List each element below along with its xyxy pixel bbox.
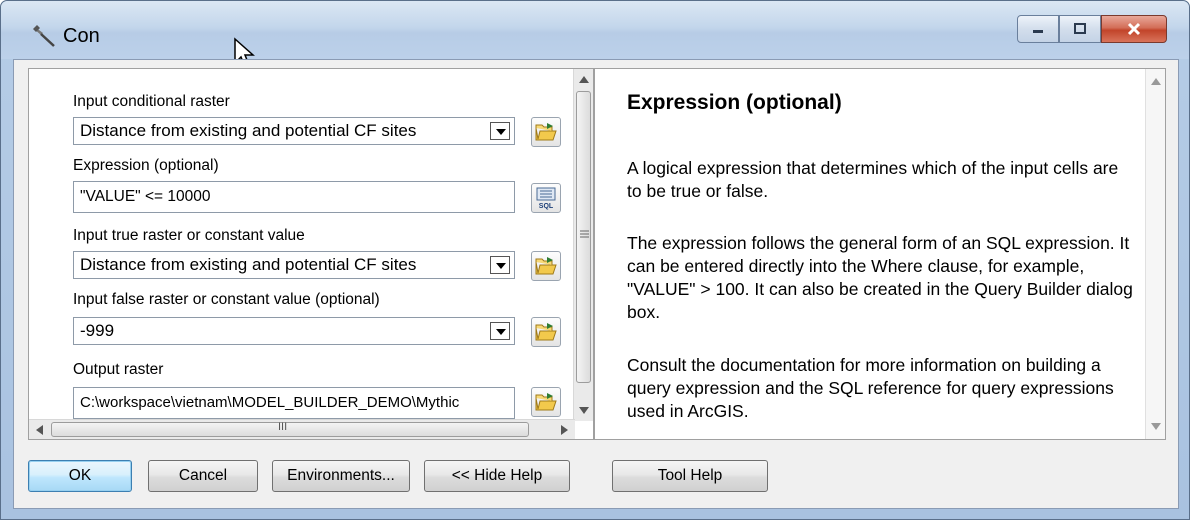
open-folder-icon xyxy=(535,393,557,411)
input-conditional-raster-value: Distance from existing and potential CF … xyxy=(80,121,417,140)
sql-icon-text: SQL xyxy=(539,203,554,210)
browse-output-raster-button[interactable] xyxy=(531,387,561,417)
input-false-raster-value: -999 xyxy=(80,321,115,340)
expression-input[interactable]: "VALUE" <= 10000 xyxy=(73,181,515,213)
grip-icon: III xyxy=(278,421,288,433)
help-paragraph: The expression follows the general form … xyxy=(627,233,1133,322)
minimize-button[interactable] xyxy=(1017,15,1059,43)
help-panel: Expression (optional) A logical expressi… xyxy=(594,68,1166,440)
input-conditional-raster-combo[interactable]: Distance from existing and potential CF … xyxy=(73,117,515,145)
close-icon xyxy=(1127,22,1141,36)
close-button[interactable] xyxy=(1101,15,1167,43)
sql-icon: SQL xyxy=(536,187,556,210)
con-tool-dialog: Con Input conditional raster Distance fr… xyxy=(0,0,1190,520)
scroll-down-arrow-icon[interactable] xyxy=(579,407,589,415)
hammer-icon xyxy=(33,25,55,47)
browse-true-raster-button[interactable] xyxy=(531,251,561,281)
minimize-icon xyxy=(1033,30,1043,33)
maximize-button[interactable] xyxy=(1059,15,1101,43)
expression-label: Expression (optional) xyxy=(73,157,219,174)
parameters-panel: Input conditional raster Distance from e… xyxy=(28,68,594,440)
input-true-raster-combo[interactable]: Distance from existing and potential CF … xyxy=(73,251,515,279)
sql-query-builder-button[interactable]: SQL xyxy=(531,183,561,213)
window-title: Con xyxy=(63,25,100,47)
help-title: Expression (optional) xyxy=(627,91,842,114)
scroll-right-arrow-icon[interactable] xyxy=(561,425,569,435)
scroll-down-arrow-icon[interactable] xyxy=(1151,423,1161,431)
chevron-down-icon[interactable] xyxy=(490,322,510,340)
parameters-horizontal-scrollbar[interactable]: III xyxy=(29,419,575,439)
browse-conditional-raster-button[interactable] xyxy=(531,117,561,147)
input-true-raster-label: Input true raster or constant value xyxy=(73,227,305,244)
input-true-raster-value: Distance from existing and potential CF … xyxy=(80,255,417,274)
cancel-button[interactable]: Cancel xyxy=(148,460,258,492)
output-raster-label: Output raster xyxy=(73,361,164,378)
vertical-scroll-thumb[interactable] xyxy=(576,91,591,383)
input-false-raster-combo[interactable]: -999 xyxy=(73,317,515,345)
open-folder-icon xyxy=(535,323,557,341)
help-paragraph: A logical expression that determines whi… xyxy=(627,158,1119,201)
open-folder-icon xyxy=(535,123,557,141)
caption-buttons xyxy=(1017,15,1167,43)
grip-icon xyxy=(580,230,589,238)
dialog-client-area: Input conditional raster Distance from e… xyxy=(13,59,1179,509)
open-folder-icon xyxy=(535,257,557,275)
ok-button[interactable]: OK xyxy=(28,460,132,492)
environments-button[interactable]: Environments... xyxy=(272,460,410,492)
help-vertical-scrollbar[interactable] xyxy=(1145,69,1165,439)
horizontal-scroll-thumb[interactable]: III xyxy=(51,421,529,437)
browse-false-raster-button[interactable] xyxy=(531,317,561,347)
input-false-raster-label: Input false raster or constant value (op… xyxy=(73,291,380,308)
input-conditional-raster-label: Input conditional raster xyxy=(73,93,230,110)
scroll-up-arrow-icon[interactable] xyxy=(1151,77,1161,85)
title-bar[interactable]: Con xyxy=(1,1,1189,59)
chevron-down-icon[interactable] xyxy=(490,256,510,274)
hide-help-button[interactable]: << Hide Help xyxy=(424,460,570,492)
scroll-left-arrow-icon[interactable] xyxy=(35,425,43,435)
help-paragraph: Consult the documentation for more infor… xyxy=(627,355,1114,421)
output-raster-input[interactable]: C:\workspace\vietnam\MODEL_BUILDER_DEMO\… xyxy=(73,387,515,419)
tool-help-button[interactable]: Tool Help xyxy=(612,460,768,492)
parameters-vertical-scrollbar[interactable] xyxy=(573,69,593,421)
maximize-icon xyxy=(1074,23,1086,34)
chevron-down-icon[interactable] xyxy=(490,122,510,140)
scroll-up-arrow-icon[interactable] xyxy=(579,75,589,83)
